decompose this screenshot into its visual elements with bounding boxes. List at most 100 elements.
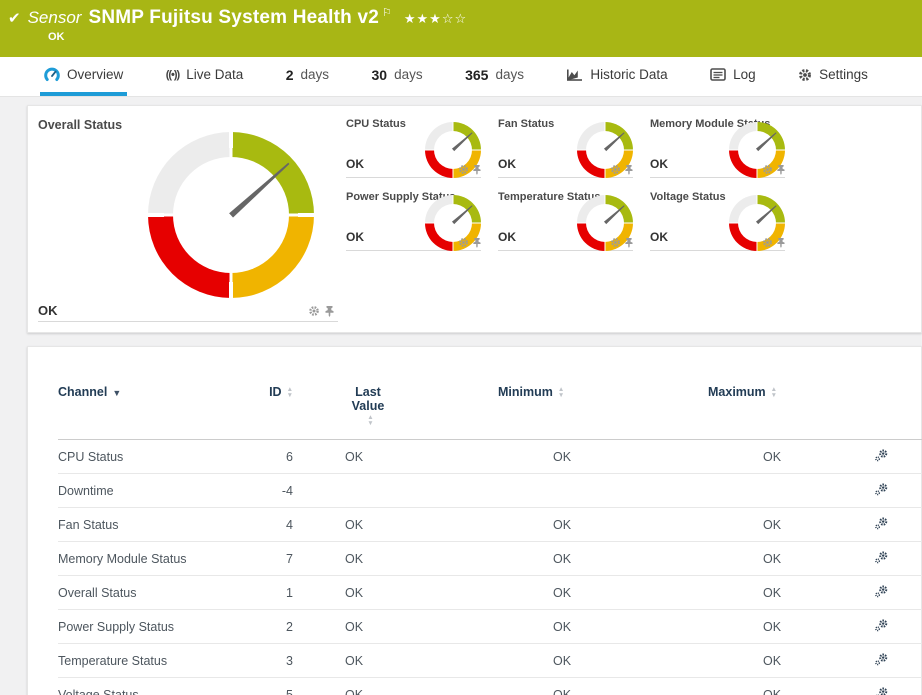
- channel-gauge-card[interactable]: CPU Status OK: [346, 118, 481, 178]
- sort-desc-icon: ▼: [112, 388, 121, 398]
- tab-unit: days: [394, 67, 423, 82]
- channel-last-value-cell: OK: [293, 576, 443, 610]
- channels-table: Channel▼ ID▲▼ Last Value ▲▼ Minimum▲▼ Ma…: [58, 385, 922, 695]
- gauge-needle: [604, 131, 626, 151]
- channel-row: Downtime -4: [58, 474, 922, 508]
- channel-name-cell: CPU Status: [58, 440, 243, 474]
- column-header-maximum[interactable]: Maximum▲▼: [643, 385, 853, 440]
- channel-settings-icon[interactable]: [875, 687, 888, 695]
- channel-last-value-cell: OK: [293, 508, 443, 542]
- channel-maximum-cell: OK: [643, 508, 853, 542]
- pin-icon[interactable]: [776, 237, 785, 248]
- gear-icon[interactable]: [610, 164, 621, 175]
- sensor-title: SNMP Fujitsu System Health v2: [88, 7, 379, 29]
- channel-name-cell: Voltage Status: [58, 678, 243, 695]
- flag-icon[interactable]: ⚐: [382, 6, 392, 19]
- sort-icon: ▲▼: [367, 415, 373, 427]
- channel-minimum-cell: OK: [443, 508, 643, 542]
- overall-status-card[interactable]: Overall Status OK: [38, 118, 338, 322]
- pin-icon[interactable]: [776, 164, 785, 175]
- tab-settings[interactable]: Settings: [794, 57, 872, 96]
- gauge-needle: [452, 131, 474, 151]
- channels-table-panel: Channel▼ ID▲▼ Last Value ▲▼ Minimum▲▼ Ma…: [27, 346, 922, 695]
- tab-live-data[interactable]: ((•)) Live Data: [162, 57, 248, 96]
- sensor-status-text: OK: [48, 31, 912, 43]
- log-icon: [710, 68, 726, 81]
- channel-settings-icon[interactable]: [875, 653, 888, 666]
- channel-settings-icon[interactable]: [875, 517, 888, 530]
- channel-gauge-card[interactable]: Voltage Status OK: [650, 191, 785, 251]
- channel-gauges-grid: CPU Status OK Fan Status OK: [346, 118, 906, 332]
- sort-icon: ▲▼: [771, 387, 777, 399]
- tab-365-days[interactable]: 365 days: [461, 57, 528, 96]
- channel-minimum-cell: OK: [443, 678, 643, 695]
- channel-gauge-value: OK: [346, 157, 364, 171]
- channel-last-value-cell: OK: [293, 644, 443, 678]
- gear-icon[interactable]: [458, 164, 469, 175]
- live-data-icon: ((•)): [166, 69, 180, 81]
- overall-status-title: Overall Status: [38, 118, 338, 132]
- tab-historic-data[interactable]: Historic Data: [562, 57, 671, 96]
- channel-name-cell: Memory Module Status: [58, 542, 243, 576]
- channel-gauge-card[interactable]: Fan Status OK: [498, 118, 633, 178]
- channel-id-cell: -4: [243, 474, 293, 508]
- sensor-tab-bar: Overview ((•)) Live Data 2 days 30 days …: [0, 57, 922, 97]
- channel-minimum-cell: [443, 474, 643, 508]
- pin-icon[interactable]: [624, 164, 633, 175]
- channel-row: Power Supply Status 2 OK OK OK: [58, 610, 922, 644]
- tab-30-days[interactable]: 30 days: [368, 57, 427, 96]
- channel-settings-icon[interactable]: [875, 585, 888, 598]
- pin-icon[interactable]: [472, 237, 481, 248]
- channel-minimum-cell: OK: [443, 440, 643, 474]
- gear-icon[interactable]: [610, 237, 621, 248]
- tab-unit: days: [495, 67, 524, 82]
- channel-settings-icon[interactable]: [875, 619, 888, 632]
- gear-icon[interactable]: [762, 237, 773, 248]
- pin-icon[interactable]: [624, 237, 633, 248]
- channel-name-cell: Power Supply Status: [58, 610, 243, 644]
- channel-name-cell: Temperature Status: [58, 644, 243, 678]
- channel-row: Memory Module Status 7 OK OK OK: [58, 542, 922, 576]
- channel-name-cell: Downtime: [58, 474, 243, 508]
- historic-chart-icon: [566, 67, 583, 82]
- gauge-needle: [229, 160, 292, 217]
- column-header-last-value[interactable]: Last Value ▲▼: [293, 385, 443, 440]
- gear-icon[interactable]: [458, 237, 469, 248]
- channel-gauge-card[interactable]: Temperature Status OK: [498, 191, 633, 251]
- channel-gauge-value: OK: [498, 157, 516, 171]
- channel-gauge-value: OK: [650, 230, 668, 244]
- channel-settings-icon[interactable]: [875, 551, 888, 564]
- settings-gear-icon: [798, 68, 812, 82]
- channels-table-body: CPU Status 6 OK OK OK Downtime -4: [58, 440, 922, 695]
- tab-2-days[interactable]: 2 days: [282, 57, 333, 96]
- tab-overview[interactable]: Overview: [40, 57, 127, 96]
- tab-unit: days: [301, 67, 330, 82]
- gear-icon[interactable]: [762, 164, 773, 175]
- column-header-channel[interactable]: Channel▼: [58, 385, 243, 440]
- channel-maximum-cell: OK: [643, 542, 853, 576]
- channel-last-value-cell: OK: [293, 678, 443, 695]
- channel-id-cell: 5: [243, 678, 293, 695]
- tab-label: Live Data: [186, 67, 243, 82]
- channel-id-cell: 6: [243, 440, 293, 474]
- channel-gauge-card[interactable]: Power Supply Status OK: [346, 191, 481, 251]
- channel-gauge-card[interactable]: Memory Module Status OK: [650, 118, 785, 178]
- pin-icon[interactable]: [324, 305, 334, 317]
- tab-label: Log: [733, 67, 756, 82]
- channel-settings-icon[interactable]: [875, 449, 888, 462]
- column-header-id[interactable]: ID▲▼: [243, 385, 293, 440]
- priority-stars[interactable]: ★★★☆☆: [404, 11, 467, 27]
- channel-gauge-value: OK: [650, 157, 668, 171]
- sensor-status-banner: ✔ Sensor SNMP Fujitsu System Health v2 ⚐…: [0, 0, 922, 57]
- channel-maximum-cell: OK: [643, 576, 853, 610]
- column-header-minimum[interactable]: Minimum▲▼: [443, 385, 643, 440]
- stars-empty: ☆☆: [442, 11, 467, 26]
- overview-tab-content: Overall Status OK CPU Status: [0, 97, 922, 695]
- tab-log[interactable]: Log: [706, 57, 760, 96]
- channel-last-value-cell: OK: [293, 610, 443, 644]
- gear-icon[interactable]: [308, 305, 320, 317]
- channel-row: Temperature Status 3 OK OK OK: [58, 644, 922, 678]
- channel-minimum-cell: OK: [443, 576, 643, 610]
- pin-icon[interactable]: [472, 164, 481, 175]
- channel-settings-icon[interactable]: [875, 483, 888, 496]
